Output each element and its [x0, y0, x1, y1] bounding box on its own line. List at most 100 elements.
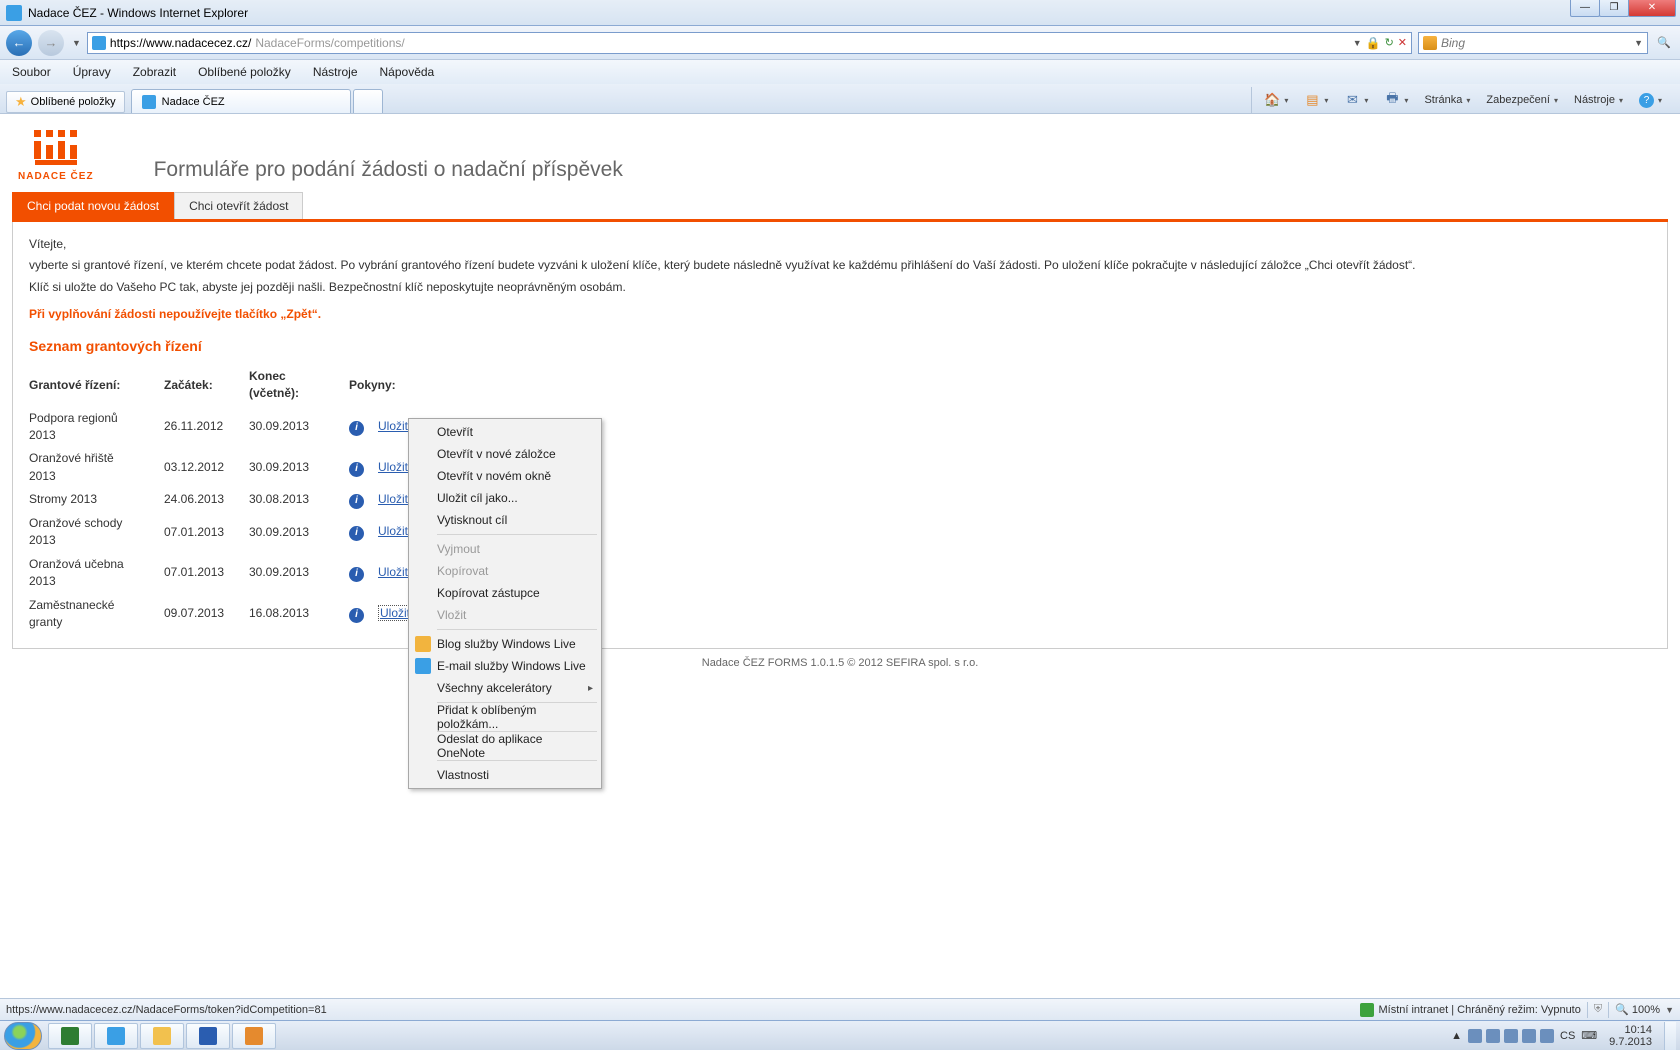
search-box[interactable]: Bing ▼: [1418, 32, 1648, 54]
ctx-add-to-favorites[interactable]: Přidat k oblíbeným položkám...: [411, 706, 599, 728]
context-menu: Otevřít Otevřít v nové záložce Otevřít v…: [408, 418, 602, 789]
intro-line1: Vítejte,: [29, 236, 1651, 253]
ctx-blog-windows-live[interactable]: Blog služby Windows Live: [411, 633, 599, 655]
tab-open-request[interactable]: Chci otevřít žádost: [174, 192, 303, 219]
zone-icon: [1360, 1003, 1374, 1017]
info-icon[interactable]: i: [349, 526, 364, 541]
window-titlebar: Nadace ČEZ - Windows Internet Explorer: [0, 0, 1680, 26]
ie-navbar: ← → ▼ https://www.nadacecez.cz/NadaceFor…: [0, 26, 1680, 60]
search-placeholder: Bing: [1441, 36, 1465, 50]
ctx-cut: Vyjmout: [411, 538, 599, 560]
address-dropdown[interactable]: ▼: [1353, 38, 1362, 48]
info-icon[interactable]: i: [349, 608, 364, 623]
ctx-send-to-onenote[interactable]: Odeslat do aplikace OneNote: [411, 735, 599, 757]
print-button[interactable]: 🖶: [1380, 92, 1412, 108]
back-button[interactable]: ←: [6, 30, 32, 56]
maximize-button[interactable]: ❐: [1599, 0, 1629, 17]
refresh-button[interactable]: ↻: [1385, 36, 1394, 49]
menu-tools[interactable]: Nástroje: [309, 63, 362, 81]
window-buttons: — ❐ ✕: [1571, 0, 1676, 17]
menu-favorites[interactable]: Oblíbené položky: [194, 63, 295, 81]
minimize-button[interactable]: —: [1570, 0, 1600, 17]
help-icon: ?: [1639, 93, 1654, 108]
tray-clock[interactable]: 10:14 9.7.2013: [1603, 1024, 1658, 1048]
ctx-open-new-tab[interactable]: Otevřít v nové záložce: [411, 443, 599, 465]
tray-language[interactable]: CS: [1560, 1030, 1575, 1042]
search-go-button[interactable]: 🔍: [1654, 36, 1674, 49]
site-icon: [92, 36, 106, 50]
ctx-email-windows-live[interactable]: E-mail služby Windows Live: [411, 655, 599, 677]
ctx-open-new-window[interactable]: Otevřít v novém okně: [411, 465, 599, 487]
ctx-print-target[interactable]: Vytisknout cíl: [411, 509, 599, 531]
ctx-open[interactable]: Otevřít: [411, 421, 599, 443]
table-header-row: Grantové řízení: Začátek: Konec (včetně)…: [29, 364, 457, 407]
lock-icon[interactable]: 🔒: [1366, 36, 1381, 50]
show-desktop-button[interactable]: [1664, 1022, 1676, 1050]
grant-name: Stromy 2013: [29, 488, 164, 512]
table-row: Oranžové schody 201307.01.201330.09.2013…: [29, 512, 457, 553]
menu-view[interactable]: Zobrazit: [129, 63, 180, 81]
zoom-level[interactable]: 🔍 100% ▼: [1615, 1003, 1674, 1016]
feeds-button[interactable]: ▤: [1300, 92, 1332, 108]
address-bar[interactable]: https://www.nadacecez.cz/NadaceForms/com…: [87, 32, 1412, 54]
taskbar-word[interactable]: [186, 1023, 230, 1049]
info-icon[interactable]: i: [349, 494, 364, 509]
favorites-button[interactable]: ★ Oblíbené položky: [6, 91, 125, 113]
menu-help[interactable]: Nápověda: [376, 63, 439, 81]
grant-start: 26.11.2012: [164, 407, 249, 448]
menu-edit[interactable]: Úpravy: [69, 63, 115, 81]
page-footer: Nadace ČEZ FORMS 1.0.1.5 © 2012 SEFIRA s…: [12, 657, 1668, 669]
ctx-separator: [437, 534, 597, 535]
info-icon[interactable]: i: [349, 462, 364, 477]
ctx-properties[interactable]: Vlastnosti: [411, 764, 599, 786]
command-bar: 🏠 ▤ ✉ 🖶 Stránka Zabezpečení Nástroje ?: [1251, 87, 1674, 113]
info-icon[interactable]: i: [349, 567, 364, 582]
ctx-save-target-as[interactable]: Uložit cíl jako...: [411, 487, 599, 509]
ctx-all-accelerators[interactable]: Všechny akcelerátory: [411, 677, 599, 699]
taskbar-excel[interactable]: [48, 1023, 92, 1049]
search-dropdown[interactable]: ▼: [1634, 38, 1643, 48]
table-row: Stromy 201324.06.201330.08.2013iUložit k…: [29, 488, 457, 512]
bing-icon: [1423, 36, 1437, 50]
taskbar-explorer[interactable]: [140, 1023, 184, 1049]
grant-name: Oranžové hřiště 2013: [29, 447, 164, 488]
forward-button: →: [38, 30, 64, 56]
taskbar-outlook[interactable]: [232, 1023, 276, 1049]
cez-logo: NADACE ČEZ: [18, 130, 94, 182]
menu-file[interactable]: Soubor: [8, 63, 55, 81]
protected-mode-icon[interactable]: ⛨: [1594, 1003, 1602, 1016]
windows-live-icon: [415, 636, 431, 652]
security-menu[interactable]: Zabezpečení: [1482, 94, 1562, 106]
home-button[interactable]: 🏠: [1260, 92, 1292, 108]
grant-start: 07.01.2013: [164, 512, 249, 553]
tools-menu[interactable]: Nástroje: [1570, 94, 1627, 106]
tray-expand[interactable]: ▲: [1451, 1030, 1462, 1042]
stop-button[interactable]: ✕: [1398, 36, 1407, 49]
page-menu[interactable]: Stránka: [1420, 94, 1474, 106]
windows-live-mail-icon: [415, 658, 431, 674]
table-row: Zaměstnanecké granty09.07.201316.08.2013…: [29, 594, 457, 635]
ie-tabbar: ★ Oblíbené položky Nadace ČEZ 🏠 ▤ ✉ 🖶 St…: [0, 84, 1680, 114]
readmail-button[interactable]: ✉: [1340, 92, 1372, 108]
close-button[interactable]: ✕: [1628, 0, 1676, 17]
taskbar-ie[interactable]: [94, 1023, 138, 1049]
new-tab-button[interactable]: [353, 89, 383, 113]
page-tabs: Chci podat novou žádost Chci otevřít žád…: [12, 192, 1668, 222]
intro-line2: vyberte si grantové řízení, ve kterém ch…: [29, 257, 1651, 274]
browser-tab-active[interactable]: Nadace ČEZ: [131, 89, 351, 113]
system-tray: ▲ CS ⌨ 10:14 9.7.2013: [1451, 1022, 1676, 1050]
print-icon: 🖶: [1384, 92, 1400, 108]
home-icon: 🏠: [1264, 92, 1280, 108]
grant-start: 09.07.2013: [164, 594, 249, 635]
table-row: Oranžová učebna 201307.01.201330.09.2013…: [29, 553, 457, 594]
ctx-copy-shortcut[interactable]: Kopírovat zástupce: [411, 582, 599, 604]
tray-icons[interactable]: [1468, 1029, 1554, 1043]
info-icon[interactable]: i: [349, 421, 364, 436]
table-row: Podpora regionů 201326.11.201230.09.2013…: [29, 407, 457, 448]
tray-keyboard-icon[interactable]: ⌨: [1581, 1029, 1597, 1042]
help-button[interactable]: ?: [1635, 93, 1666, 108]
tab-new-request[interactable]: Chci podat novou žádost: [12, 192, 174, 219]
start-button[interactable]: [4, 1022, 42, 1050]
history-dropdown[interactable]: ▼: [72, 38, 81, 48]
tab-title: Nadace ČEZ: [162, 96, 225, 108]
